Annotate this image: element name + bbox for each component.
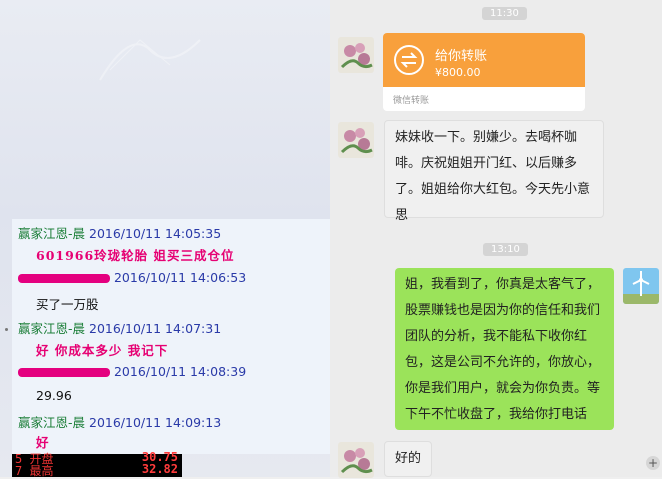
stock-label: 7 最高	[15, 464, 54, 478]
sender-name[interactable]: 赢家江恩-晨	[18, 226, 85, 241]
message-header: 2016/10/11 14:06:53	[18, 270, 246, 285]
message-header: 2016/10/11 14:08:39	[18, 364, 246, 379]
avatar-flower-icon[interactable]	[338, 37, 374, 73]
message-time: 2016/10/11 14:05:35	[89, 226, 222, 241]
transfer-title: 给你转账	[435, 49, 488, 64]
transfer-card-header: 给你转账 ¥800.00	[383, 33, 585, 87]
message-header: 赢家江恩-晨 2016/10/11 14:05:35	[18, 223, 221, 242]
received-message-bubble: 好的	[384, 441, 432, 477]
message-time: 2016/10/11 14:07:31	[89, 321, 222, 336]
message-header: 赢家江恩-晨 2016/10/11 14:09:13	[18, 412, 221, 431]
redacted-sender	[18, 368, 110, 377]
avatar-flower-icon[interactable]	[338, 122, 374, 158]
message-time: 2016/10/11 14:06:53	[113, 270, 247, 285]
sender-name[interactable]: 赢家江恩-晨	[18, 321, 85, 336]
avatar-windmill-icon[interactable]	[623, 268, 659, 304]
qq-chat-log: 赢家江恩-晨 2016/10/11 14:05:35 601966玲珑轮胎 姐买…	[12, 219, 330, 454]
received-message-bubble: 妹妹收一下。别嫌少。去喝杯咖啡。庆祝姐姐开门红、以后赚多了。姐姐给你大红包。今天…	[384, 120, 604, 223]
message-time: 2016/10/11 14:09:13	[89, 415, 222, 430]
transfer-footer: 微信转账	[393, 96, 430, 106]
timestamp-divider: 11:30	[482, 7, 527, 20]
money-transfer-card[interactable]: 给你转账 ¥800.00 微信转账	[383, 33, 585, 111]
timestamp-divider: 13:10	[483, 243, 528, 256]
message-text: 好	[36, 435, 50, 450]
message-text: 买了一万股	[36, 297, 99, 312]
background-decoration	[99, 39, 201, 81]
stock-value: 32.82	[141, 462, 178, 476]
message-text: 好 你成本多少 我记下	[36, 343, 169, 358]
message-header: 赢家江恩-晨 2016/10/11 14:07:31	[18, 318, 221, 337]
message-text: 29.96	[36, 388, 72, 403]
message-text: 601966玲珑轮胎 姐买三成仓位	[36, 248, 235, 263]
sender-name[interactable]: 赢家江恩-晨	[18, 415, 85, 430]
transfer-arrows-icon	[394, 45, 424, 75]
bullet-dot	[5, 328, 8, 331]
zoom-icon[interactable]: +	[646, 456, 660, 470]
message-time: 2016/10/11 14:08:39	[113, 364, 247, 379]
avatar-flower-icon[interactable]	[338, 442, 374, 478]
stock-quote-panel: 5 开盘 30.75 7 最高 32.82	[12, 450, 182, 478]
redacted-sender	[18, 274, 110, 283]
sent-message-bubble: 姐，我看到了，你真是太客气了，股票赚钱也是因为你的信任和我们团队的分析，我不能私…	[395, 268, 614, 430]
transfer-amount: ¥800.00	[435, 66, 481, 79]
